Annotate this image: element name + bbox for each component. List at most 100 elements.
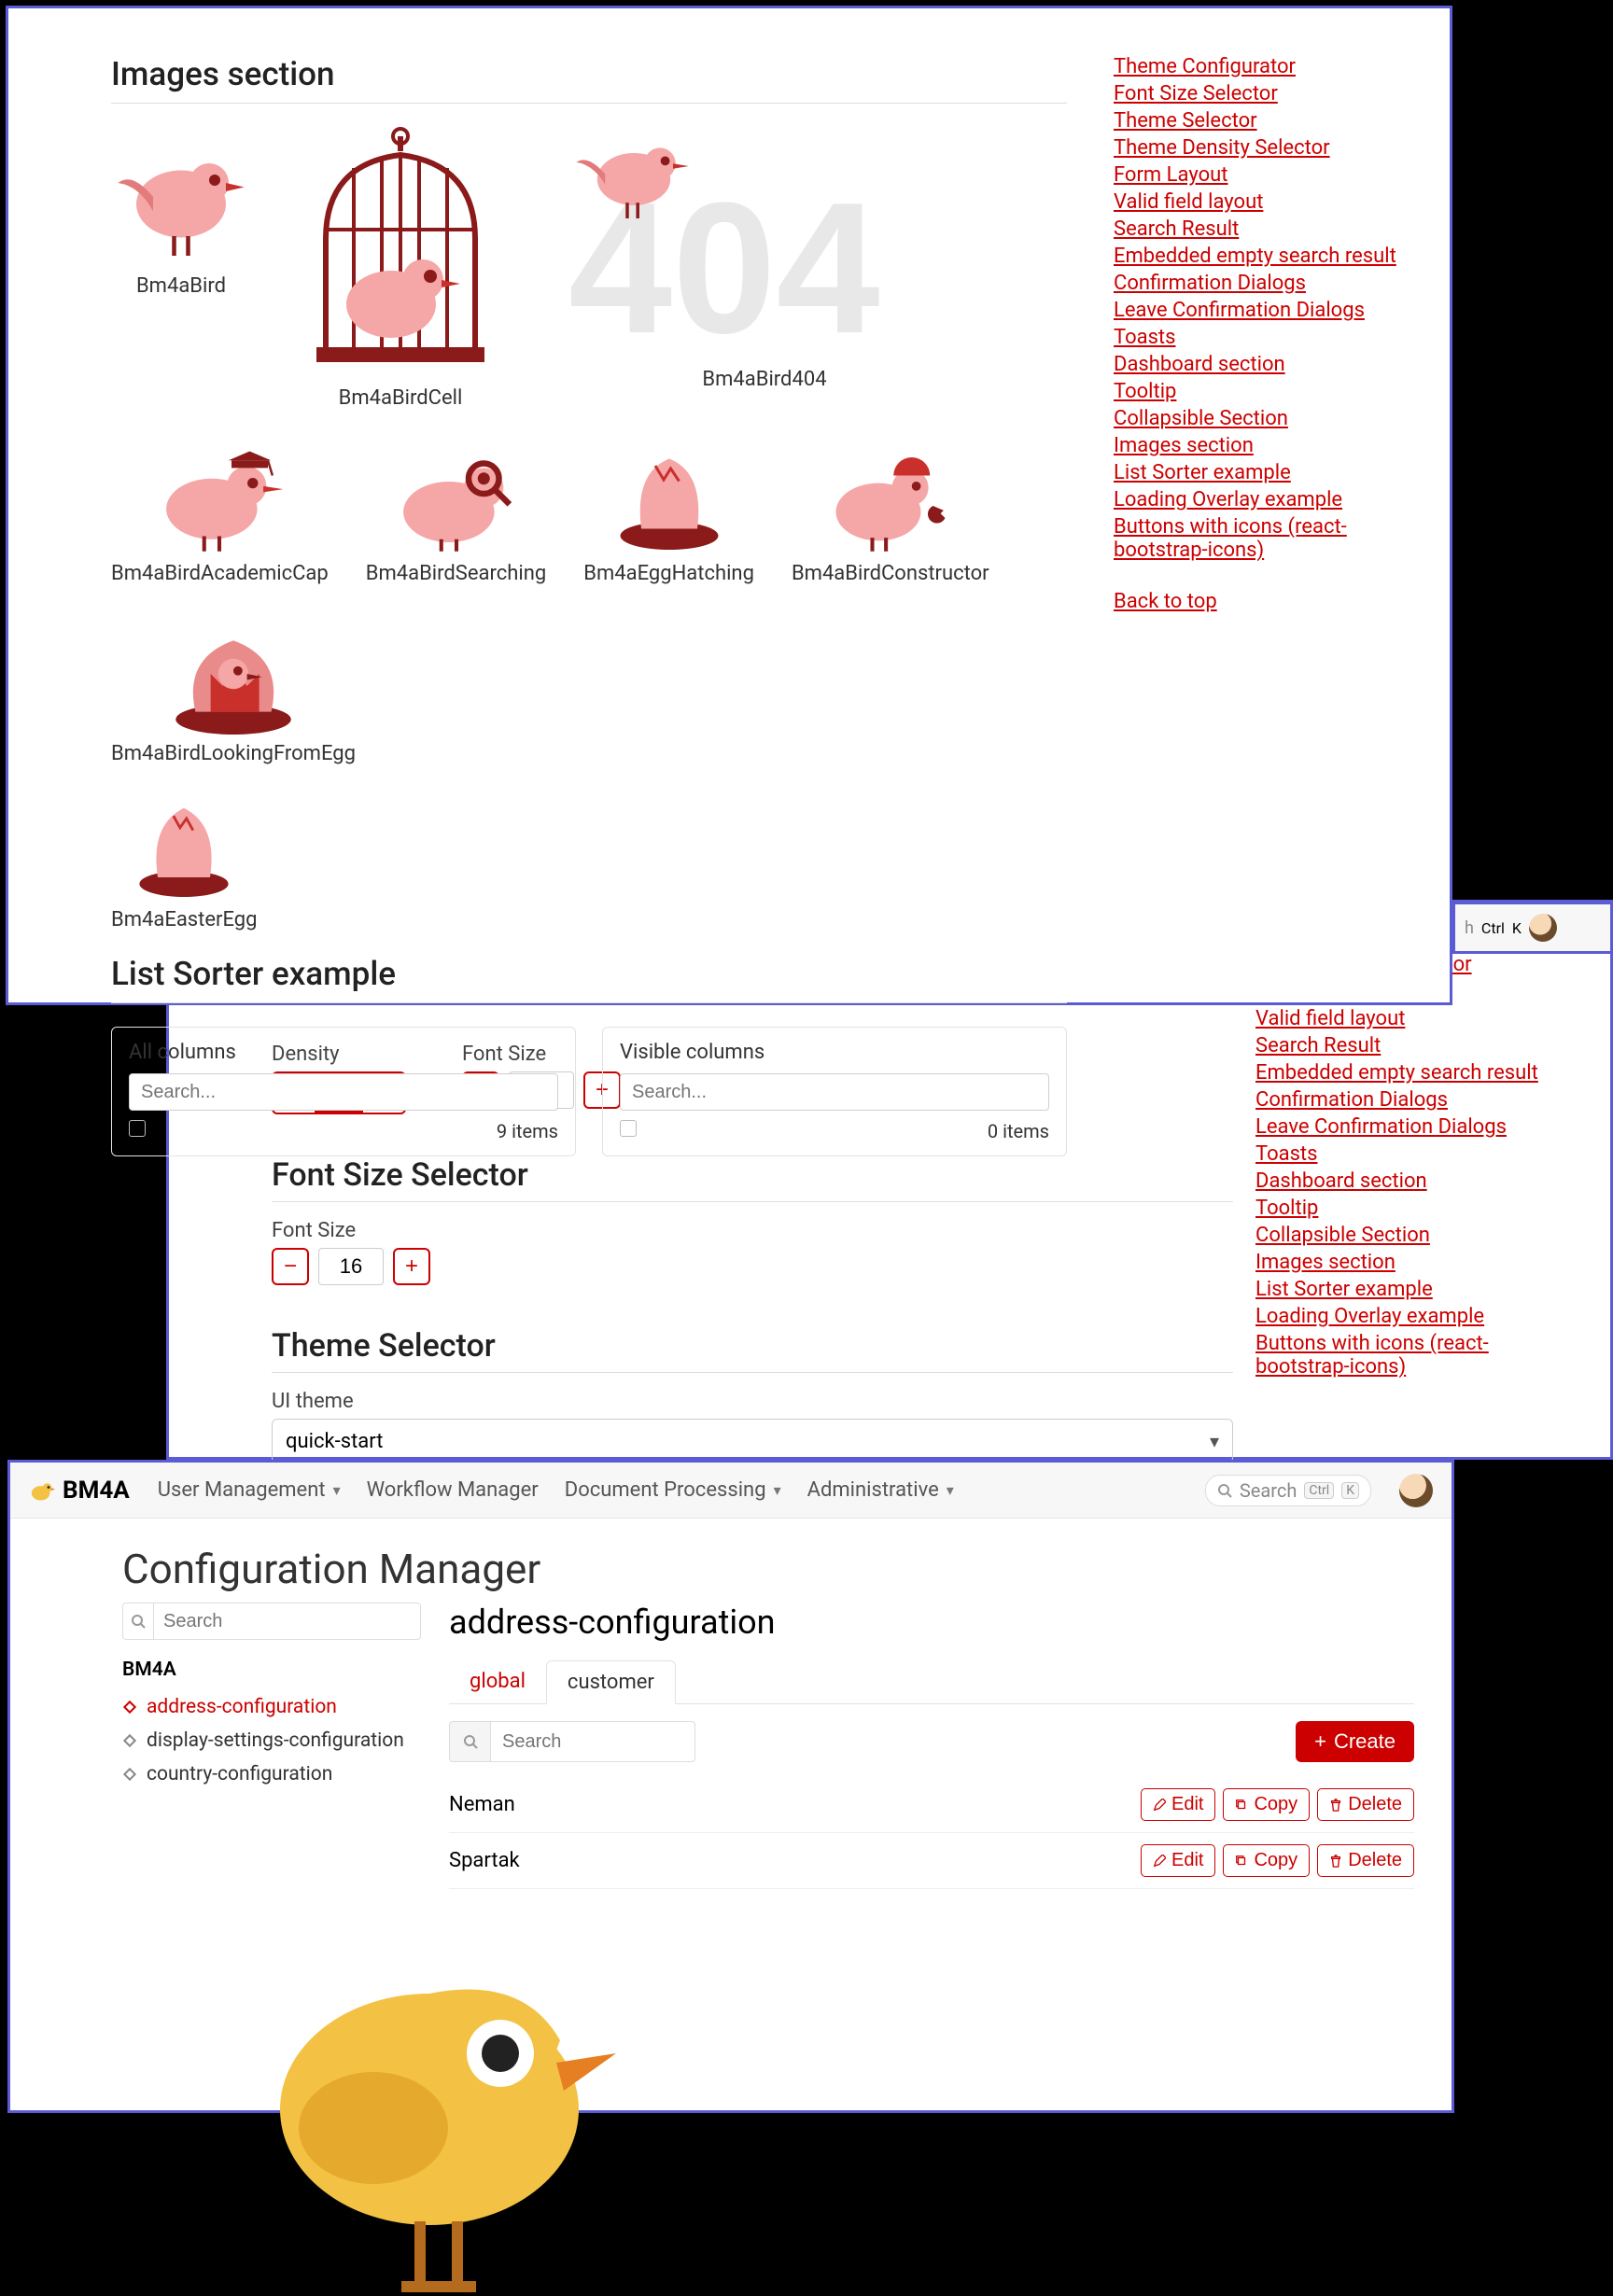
toc-link[interactable]: Leave Confirmation Dialogs bbox=[1114, 299, 1403, 322]
big-bird-illustration bbox=[243, 1885, 653, 2296]
toc-link[interactable]: Collapsible Section bbox=[1114, 407, 1403, 430]
panel-config-manager: BM4A User Management Workflow Manager Docu… bbox=[7, 1460, 1454, 2113]
sidebar-item[interactable]: address-configuration bbox=[122, 1690, 421, 1724]
nav-item[interactable]: Administrative bbox=[807, 1478, 954, 1502]
nav-item[interactable]: User Management bbox=[158, 1478, 341, 1502]
image-card: Bm4aBirdSearching bbox=[366, 433, 546, 585]
bird-constructor-icon bbox=[806, 433, 975, 554]
toc-link[interactable]: Loading Overlay example bbox=[1255, 1305, 1554, 1328]
image-caption: Bm4aBirdConstructor bbox=[792, 562, 989, 585]
image-caption: Bm4aBirdAcademicCap bbox=[111, 562, 329, 585]
avatar[interactable] bbox=[1399, 1474, 1433, 1507]
chevron-down-icon bbox=[770, 1481, 781, 1499]
toc-link[interactable]: Toasts bbox=[1114, 326, 1403, 349]
toc-link[interactable]: List Sorter example bbox=[1114, 461, 1403, 484]
toc-link[interactable]: Images section bbox=[1255, 1251, 1554, 1274]
global-search[interactable]: Search Ctrl K bbox=[1205, 1475, 1371, 1506]
toc-link[interactable]: Form Layout bbox=[1114, 163, 1403, 187]
visible-columns-title: Visible columns bbox=[620, 1041, 1049, 1064]
toc-link[interactable]: Dashboard section bbox=[1114, 353, 1403, 376]
theme-select[interactable]: quick-start bbox=[272, 1419, 1233, 1463]
toc-link[interactable]: Valid field layout bbox=[1114, 190, 1403, 214]
create-label: Create bbox=[1334, 1729, 1396, 1754]
back-to-top-link[interactable]: Back to top bbox=[1114, 590, 1403, 613]
toc-link[interactable]: Loading Overlay example bbox=[1114, 488, 1403, 511]
bird-searching-icon bbox=[377, 433, 536, 554]
sidebar-item-label: display-settings-configuration bbox=[147, 1729, 404, 1752]
image-caption: Bm4aEasterEgg bbox=[111, 908, 257, 931]
content-search[interactable] bbox=[490, 1721, 695, 1762]
image-card: Bm4aBirdAcademicCap bbox=[111, 433, 329, 585]
toc-link[interactable]: Theme Selector bbox=[1114, 109, 1403, 133]
images-heading: Images section bbox=[111, 55, 1067, 104]
all-columns-panel: All columns 9 items bbox=[111, 1027, 576, 1156]
bird-academic-icon bbox=[140, 433, 299, 554]
sidebar-search[interactable] bbox=[153, 1603, 421, 1640]
bird-logo-icon bbox=[29, 1477, 55, 1504]
toc-link[interactable]: Font Size Selector bbox=[1114, 82, 1403, 105]
bird-404-icon: 404 bbox=[550, 127, 979, 360]
image-caption: Bm4aBirdLookingFromEgg bbox=[111, 742, 356, 765]
checkbox[interactable] bbox=[129, 1120, 146, 1137]
toc-link[interactable]: Images section bbox=[1114, 434, 1403, 457]
row-name: Spartak bbox=[449, 1849, 520, 1872]
toc-link[interactable]: Dashboard section bbox=[1255, 1169, 1554, 1193]
toc-link[interactable]: Embedded empty search result bbox=[1114, 245, 1403, 268]
kbd-k: K bbox=[1512, 919, 1522, 937]
toc-link[interactable]: List Sorter example bbox=[1255, 1278, 1554, 1301]
edit-button[interactable]: Edit bbox=[1141, 1788, 1215, 1821]
toc-link[interactable]: Buttons with icons (react-bootstrap-icon… bbox=[1255, 1332, 1554, 1379]
edit-button[interactable]: Edit bbox=[1141, 1844, 1215, 1877]
copy-button[interactable]: Copy bbox=[1223, 1844, 1310, 1877]
bird-icon bbox=[111, 127, 251, 267]
brand[interactable]: BM4A bbox=[29, 1477, 130, 1505]
sidebar-item[interactable]: display-settings-configuration bbox=[122, 1724, 421, 1757]
main-nav: User Management Workflow Manager Document … bbox=[158, 1478, 1177, 1502]
font-increase-button-2[interactable]: + bbox=[393, 1248, 430, 1285]
visible-columns-panel: Visible columns 0 items bbox=[602, 1027, 1067, 1156]
copy-icon bbox=[1235, 1799, 1248, 1812]
toc-link[interactable]: Buttons with icons (react-bootstrap-icon… bbox=[1114, 515, 1403, 562]
chevron-down-icon bbox=[330, 1481, 341, 1499]
all-columns-title: All columns bbox=[129, 1041, 558, 1064]
font-size-input-2[interactable] bbox=[318, 1248, 384, 1285]
chevron-down-icon bbox=[943, 1481, 954, 1499]
theme-label: UI theme bbox=[272, 1390, 1564, 1413]
trash-icon bbox=[1329, 1855, 1342, 1868]
tab[interactable]: customer bbox=[546, 1660, 676, 1704]
nav-item[interactable]: Document Processing bbox=[565, 1478, 781, 1502]
sidebar-item[interactable]: country-configuration bbox=[122, 1757, 421, 1791]
delete-button[interactable]: Delete bbox=[1317, 1788, 1414, 1821]
delete-button[interactable]: Delete bbox=[1317, 1844, 1414, 1877]
sidebar-section: BM4A bbox=[122, 1659, 421, 1681]
checkbox[interactable] bbox=[620, 1120, 637, 1137]
image-card: 404 Bm4aBird404 bbox=[550, 127, 979, 410]
toc-link[interactable]: Confirmation Dialogs bbox=[1114, 272, 1403, 295]
nav-item[interactable]: Workflow Manager bbox=[367, 1478, 539, 1502]
toc-link[interactable]: Theme Configurator bbox=[1114, 55, 1403, 78]
row-name: Neman bbox=[449, 1793, 515, 1816]
search-icon bbox=[122, 1603, 153, 1640]
image-card: Bm4aBirdCell bbox=[288, 127, 512, 410]
content-title: address-configuration bbox=[449, 1603, 1414, 1642]
tab[interactable]: global bbox=[449, 1660, 546, 1703]
all-columns-search[interactable] bbox=[129, 1073, 558, 1111]
trash-icon bbox=[1329, 1799, 1342, 1812]
diamond-icon bbox=[122, 1700, 137, 1715]
toc-link[interactable]: Collapsible Section bbox=[1255, 1224, 1554, 1247]
search-label: Search bbox=[1240, 1479, 1297, 1502]
kbd-k: K bbox=[1341, 1482, 1359, 1499]
image-caption: Bm4aBird404 bbox=[550, 368, 979, 391]
avatar[interactable] bbox=[1529, 914, 1557, 942]
toc-link[interactable]: Tooltip bbox=[1255, 1197, 1554, 1220]
search-icon bbox=[449, 1721, 490, 1762]
toc-link[interactable]: Search Result bbox=[1114, 217, 1403, 241]
toc-link[interactable]: Theme Density Selector bbox=[1114, 136, 1403, 160]
pencil-icon bbox=[1153, 1855, 1166, 1868]
copy-button[interactable]: Copy bbox=[1223, 1788, 1310, 1821]
create-button[interactable]: + Create bbox=[1296, 1721, 1414, 1762]
brand-text: BM4A bbox=[63, 1477, 130, 1505]
font-decrease-button-2[interactable]: − bbox=[272, 1248, 309, 1285]
toc-link[interactable]: Tooltip bbox=[1114, 380, 1403, 403]
visible-columns-search[interactable] bbox=[620, 1073, 1049, 1111]
